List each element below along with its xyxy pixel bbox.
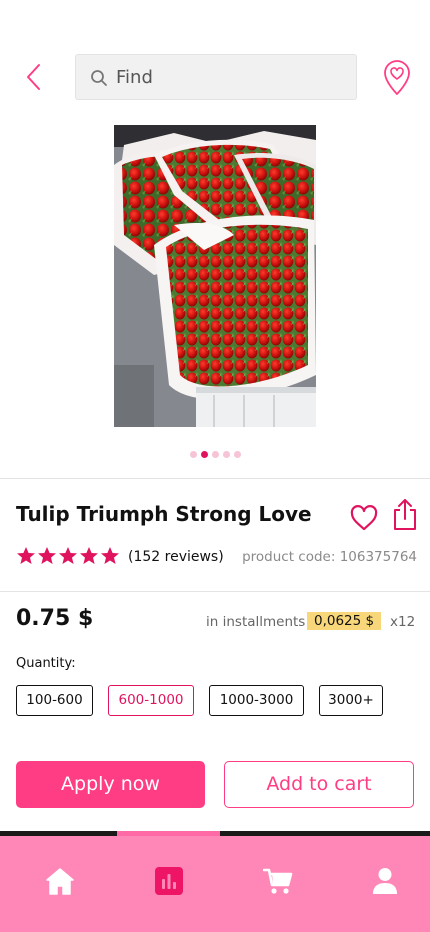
heart-location-pin-icon [384, 60, 410, 95]
nav-home[interactable] [45, 866, 75, 896]
gallery-pagination [0, 451, 430, 459]
bottom-nav [0, 836, 430, 932]
cart-icon [262, 868, 293, 894]
nav-stats[interactable] [154, 866, 184, 896]
profile-icon [373, 868, 397, 894]
search-icon [91, 70, 107, 86]
quantity-option-100-600[interactable]: 100-600 [16, 685, 93, 716]
divider [0, 478, 430, 479]
favorite-button[interactable] [349, 504, 379, 532]
installments-amount: 0,0625 $ [307, 612, 382, 630]
add-to-cart-button[interactable]: Add to cart [224, 761, 414, 808]
gallery-dot[interactable] [233, 451, 241, 458]
heart-icon [350, 505, 378, 531]
share-button[interactable] [392, 498, 418, 532]
product-image[interactable] [114, 125, 316, 427]
star-icon [17, 547, 35, 564]
home-icon [46, 868, 74, 895]
gallery-dot[interactable] [211, 451, 219, 458]
favorite-location-button[interactable] [382, 60, 412, 96]
search-bar[interactable] [75, 54, 357, 100]
top-bar [0, 54, 430, 100]
installments-label: in installments [206, 614, 306, 630]
nav-cart[interactable] [262, 866, 293, 896]
nav-profile[interactable] [370, 866, 400, 896]
reviews-count[interactable]: (152 reviews) [128, 549, 224, 565]
quantity-option-600-1000[interactable]: 600-1000 [108, 685, 194, 716]
star-icon [101, 547, 119, 564]
search-input[interactable] [116, 55, 346, 99]
rating-stars [16, 546, 120, 566]
divider [0, 591, 430, 592]
gallery-dot[interactable] [189, 451, 197, 458]
star-icon [59, 547, 77, 564]
tulip-bouquet-image [114, 125, 316, 427]
gallery-dot-active[interactable] [200, 451, 208, 458]
star-icon [38, 547, 56, 564]
gallery-dot[interactable] [222, 451, 230, 458]
installments-count: x12 [390, 614, 416, 630]
quantity-option-3000-plus[interactable]: 3000+ [319, 685, 383, 716]
quantity-label: Quantity: [16, 656, 76, 671]
chart-icon [155, 867, 183, 895]
quantity-option-1000-3000[interactable]: 1000-3000 [209, 685, 304, 716]
chevron-left-icon [27, 64, 40, 90]
product-price: 0.75 $ [16, 606, 94, 631]
star-icon [80, 547, 98, 564]
back-button[interactable] [22, 62, 48, 92]
product-code: product code: 106375764 [242, 549, 417, 565]
share-icon [394, 499, 416, 530]
apply-now-button[interactable]: Apply now [16, 761, 205, 808]
product-title: Tulip Triumph Strong Love [16, 502, 312, 526]
